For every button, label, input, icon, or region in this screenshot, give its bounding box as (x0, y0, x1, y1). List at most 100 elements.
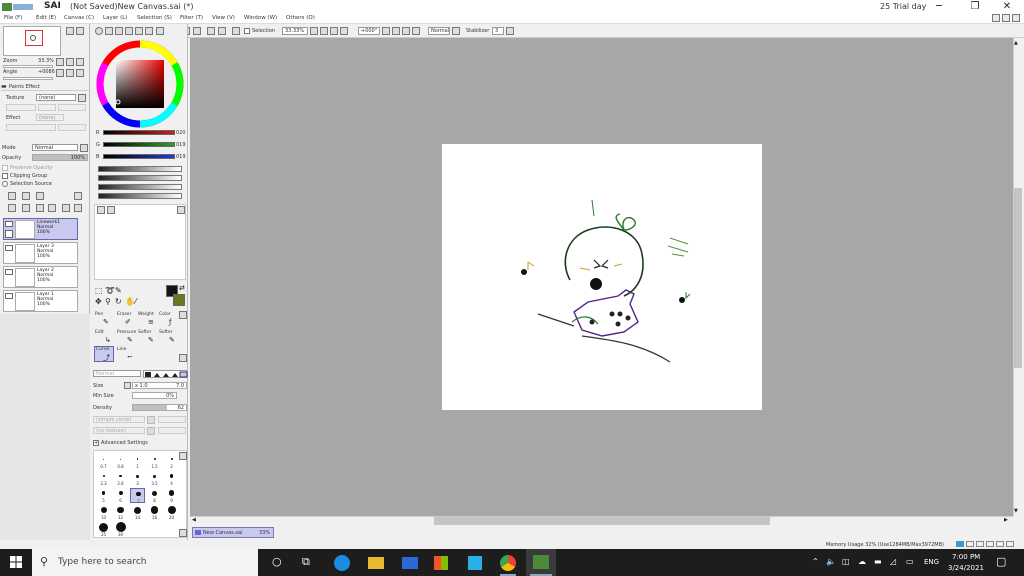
advanced-settings-toggle[interactable]: + (93, 440, 99, 446)
pen-icon[interactable]: ✎ (103, 318, 109, 326)
notification-icon[interactable]: ▢ (996, 555, 1006, 568)
brush-size-preset[interactable]: 9 (164, 488, 179, 503)
minimize-button[interactable]: ─ (922, 0, 956, 14)
menu-filter[interactable]: Filter (T) (180, 15, 203, 21)
angle-field[interactable]: +000° (358, 27, 380, 35)
brush-size-preset[interactable]: 4 (164, 471, 179, 486)
brush-shape-selector[interactable] (143, 370, 188, 378)
brush-texture-dropdown-icon[interactable] (147, 427, 155, 435)
scroll-up-arrow-icon[interactable]: ▲ (1014, 40, 1018, 46)
hsv-slider-mode-icon[interactable] (115, 27, 123, 35)
clipping-group-checkbox[interactable] (2, 173, 8, 179)
rotate-reset-icon[interactable] (402, 27, 410, 35)
mail-icon[interactable] (402, 557, 418, 569)
rotate-icon[interactable]: ↻ (115, 297, 122, 306)
cortana-icon[interactable]: ○ (272, 555, 282, 568)
swatch-area[interactable] (94, 204, 186, 280)
show-hidden-icons[interactable]: ⌃ (812, 557, 819, 566)
tool-weight[interactable]: Weight (138, 312, 154, 317)
color-bar-mode-icon[interactable] (125, 27, 133, 35)
angle-slider[interactable] (3, 77, 53, 80)
tool-grid-scroll-down[interactable] (179, 354, 187, 362)
language-indicator[interactable]: ENG (924, 558, 939, 566)
zoom-field[interactable]: 33.33% (282, 27, 308, 35)
brush-size-preset[interactable]: 2.6 (113, 471, 128, 486)
swatch-menu-icon[interactable] (177, 206, 185, 214)
rgb-slider-mode-icon[interactable] (105, 27, 113, 35)
battery-icon[interactable]: ▭ (906, 557, 914, 566)
swatch-add-icon[interactable] (97, 206, 105, 214)
tool-softer-2[interactable]: Softer (159, 330, 173, 335)
brush-size-preset[interactable]: 5 (96, 488, 111, 503)
file-explorer-icon[interactable] (368, 557, 384, 569)
brush-size-preset[interactable]: 14 (130, 505, 145, 520)
size-slider[interactable]: x 1.0 7.0 (132, 382, 187, 389)
layer-list-empty-area[interactable] (0, 314, 90, 540)
visibility-eye-icon[interactable] (5, 293, 13, 299)
transfer-down-icon[interactable] (8, 204, 16, 212)
nav-btn-1[interactable] (66, 27, 74, 35)
brush-texture-select[interactable]: (no texture) (93, 427, 145, 434)
app-icon-1[interactable] (468, 556, 482, 570)
zoom-dropdown-icon[interactable] (310, 27, 318, 35)
apply-mask-icon[interactable] (62, 204, 70, 212)
store-icon[interactable] (434, 556, 448, 570)
alpha-slider[interactable] (98, 193, 182, 199)
volume-icon[interactable]: 🔈 (826, 557, 836, 566)
layer-item[interactable]: Layer 2 Normal 100% (3, 266, 78, 288)
toolbar-icon-4[interactable] (218, 27, 226, 35)
zoom-plus-button[interactable] (66, 58, 74, 66)
blend-dropdown-icon[interactable] (452, 27, 460, 35)
brush-size-preset[interactable]: 10 (96, 505, 111, 520)
windows-start-icon[interactable] (10, 556, 22, 568)
new-layer-icon[interactable] (8, 192, 16, 200)
merge-down-icon[interactable] (22, 204, 30, 212)
color-wheel-mode-icon[interactable] (95, 27, 103, 35)
brush-size-preset[interactable]: 3.5 (147, 471, 162, 486)
brush-size-preset[interactable]: 2 (164, 454, 179, 469)
zoom-fit-button[interactable] (76, 58, 84, 66)
document-tab[interactable]: New Canvas.sai 33% (192, 527, 274, 538)
eyedropper-icon[interactable]: ⁄ (135, 297, 136, 306)
menu-others[interactable]: Others (O) (286, 15, 315, 21)
paint-effect-header[interactable]: ▬ Paints Effect (1, 83, 89, 91)
brush-size-preset[interactable]: 1 (130, 454, 145, 469)
menu-selection[interactable]: Selection (S) (137, 15, 172, 21)
move-icon[interactable]: ✥ (95, 297, 102, 306)
brush-size-preset[interactable]: 16 (147, 505, 162, 520)
task-view-icon[interactable]: ⧉ (302, 555, 310, 569)
canvas-paper[interactable] (442, 144, 762, 410)
flip-icon[interactable] (412, 27, 420, 35)
tool-eraser[interactable]: Eraser (117, 312, 131, 317)
mode-dropdown-icon[interactable] (80, 144, 88, 152)
mdi-close-button[interactable] (1012, 14, 1020, 22)
layer-item[interactable]: Layer 1 Normal 100% (3, 290, 78, 312)
softer-2-icon[interactable]: ✎ (169, 336, 175, 344)
presets-scroll-up[interactable] (179, 452, 187, 460)
navigator-preview[interactable] (3, 26, 61, 56)
visibility-eye-icon[interactable] (5, 221, 13, 227)
edit-icon[interactable]: ↳ (105, 336, 111, 344)
softer-icon[interactable]: ✎ (148, 336, 154, 344)
brush-shape-select[interactable]: (simple circle) (93, 416, 145, 423)
magic-wand-icon[interactable]: ✎ (115, 286, 122, 295)
hand-icon[interactable]: ✋ (125, 297, 135, 306)
color-wheel[interactable] (96, 40, 184, 128)
brush-blend-select[interactable]: Normal (93, 370, 141, 377)
zoom-reset-icon[interactable] (340, 27, 348, 35)
tool-pressure[interactable]: Pressure (117, 330, 136, 335)
tool-color[interactable]: Color (159, 312, 171, 317)
clock-date[interactable]: 3/24/2021 (948, 564, 984, 572)
status-icon-4[interactable] (986, 541, 994, 547)
zoom-slider[interactable] (3, 65, 53, 68)
pen-lock-icon[interactable] (5, 230, 13, 238)
brush-size-preset[interactable]: 8 (147, 488, 162, 503)
selection-source-radio[interactable] (2, 181, 8, 187)
angle-reset-button[interactable] (76, 69, 84, 77)
edge-icon[interactable] (334, 555, 350, 571)
stabilizer-dropdown-icon[interactable] (506, 27, 514, 35)
swatches-mode-icon[interactable] (135, 27, 143, 35)
zoom-out-icon[interactable] (320, 27, 328, 35)
brush-size-preset[interactable]: 1.5 (147, 454, 162, 469)
brush-shape-dropdown-icon[interactable] (147, 416, 155, 424)
